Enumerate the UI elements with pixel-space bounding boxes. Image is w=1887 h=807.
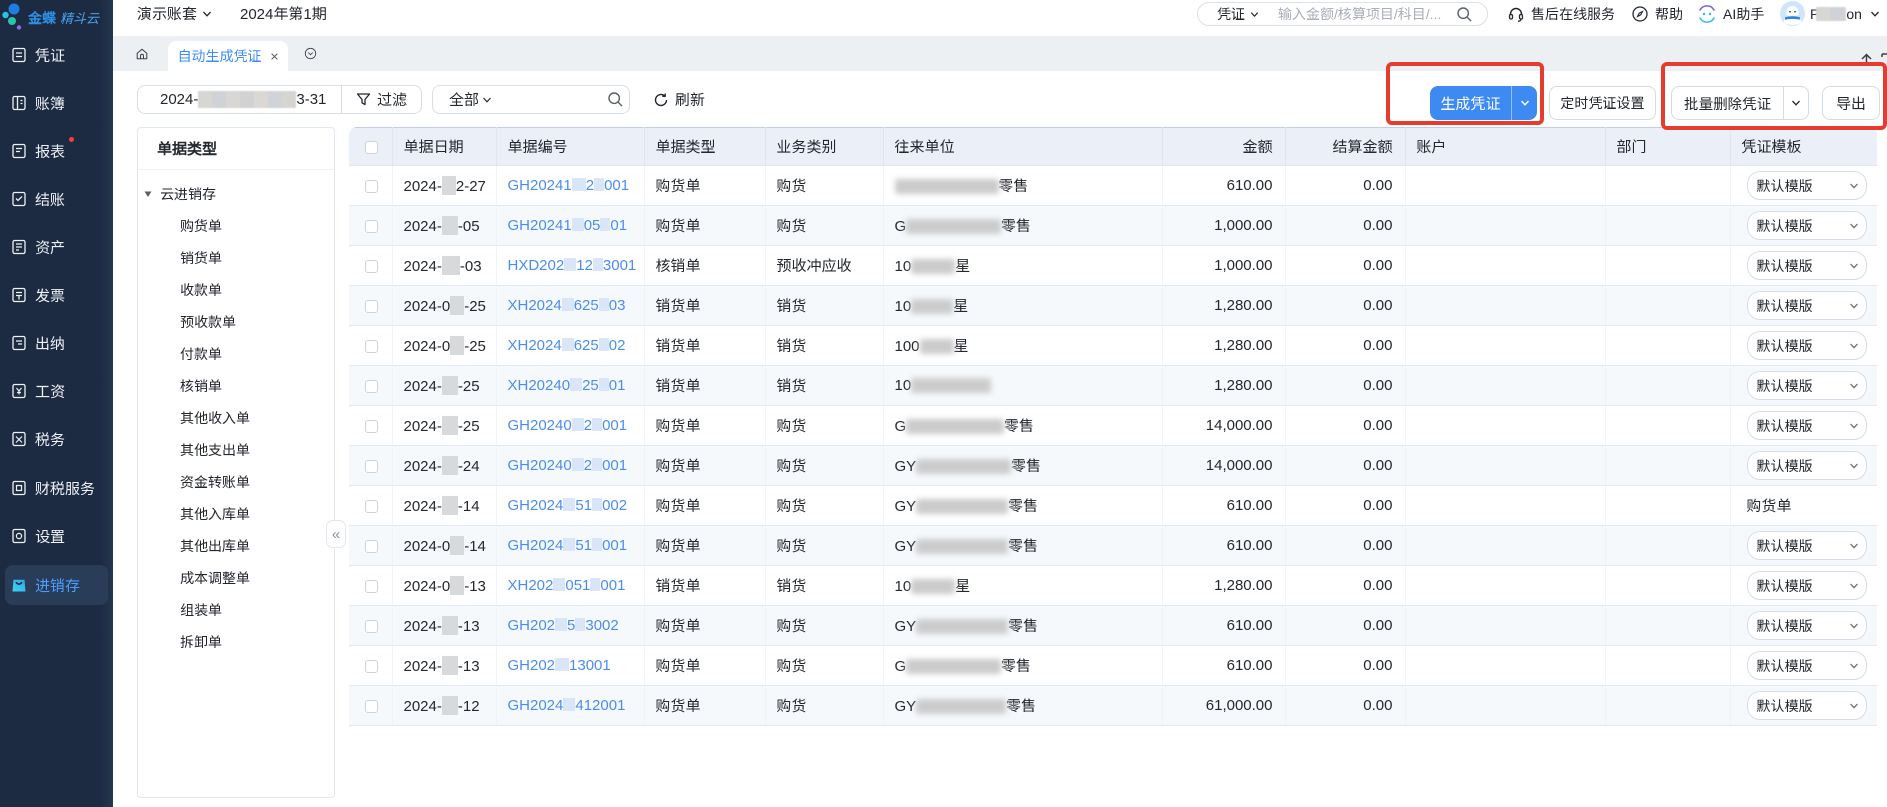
- svg-text:金蝶: 金蝶: [27, 8, 57, 28]
- svg-text:精斗云: 精斗云: [60, 8, 100, 27]
